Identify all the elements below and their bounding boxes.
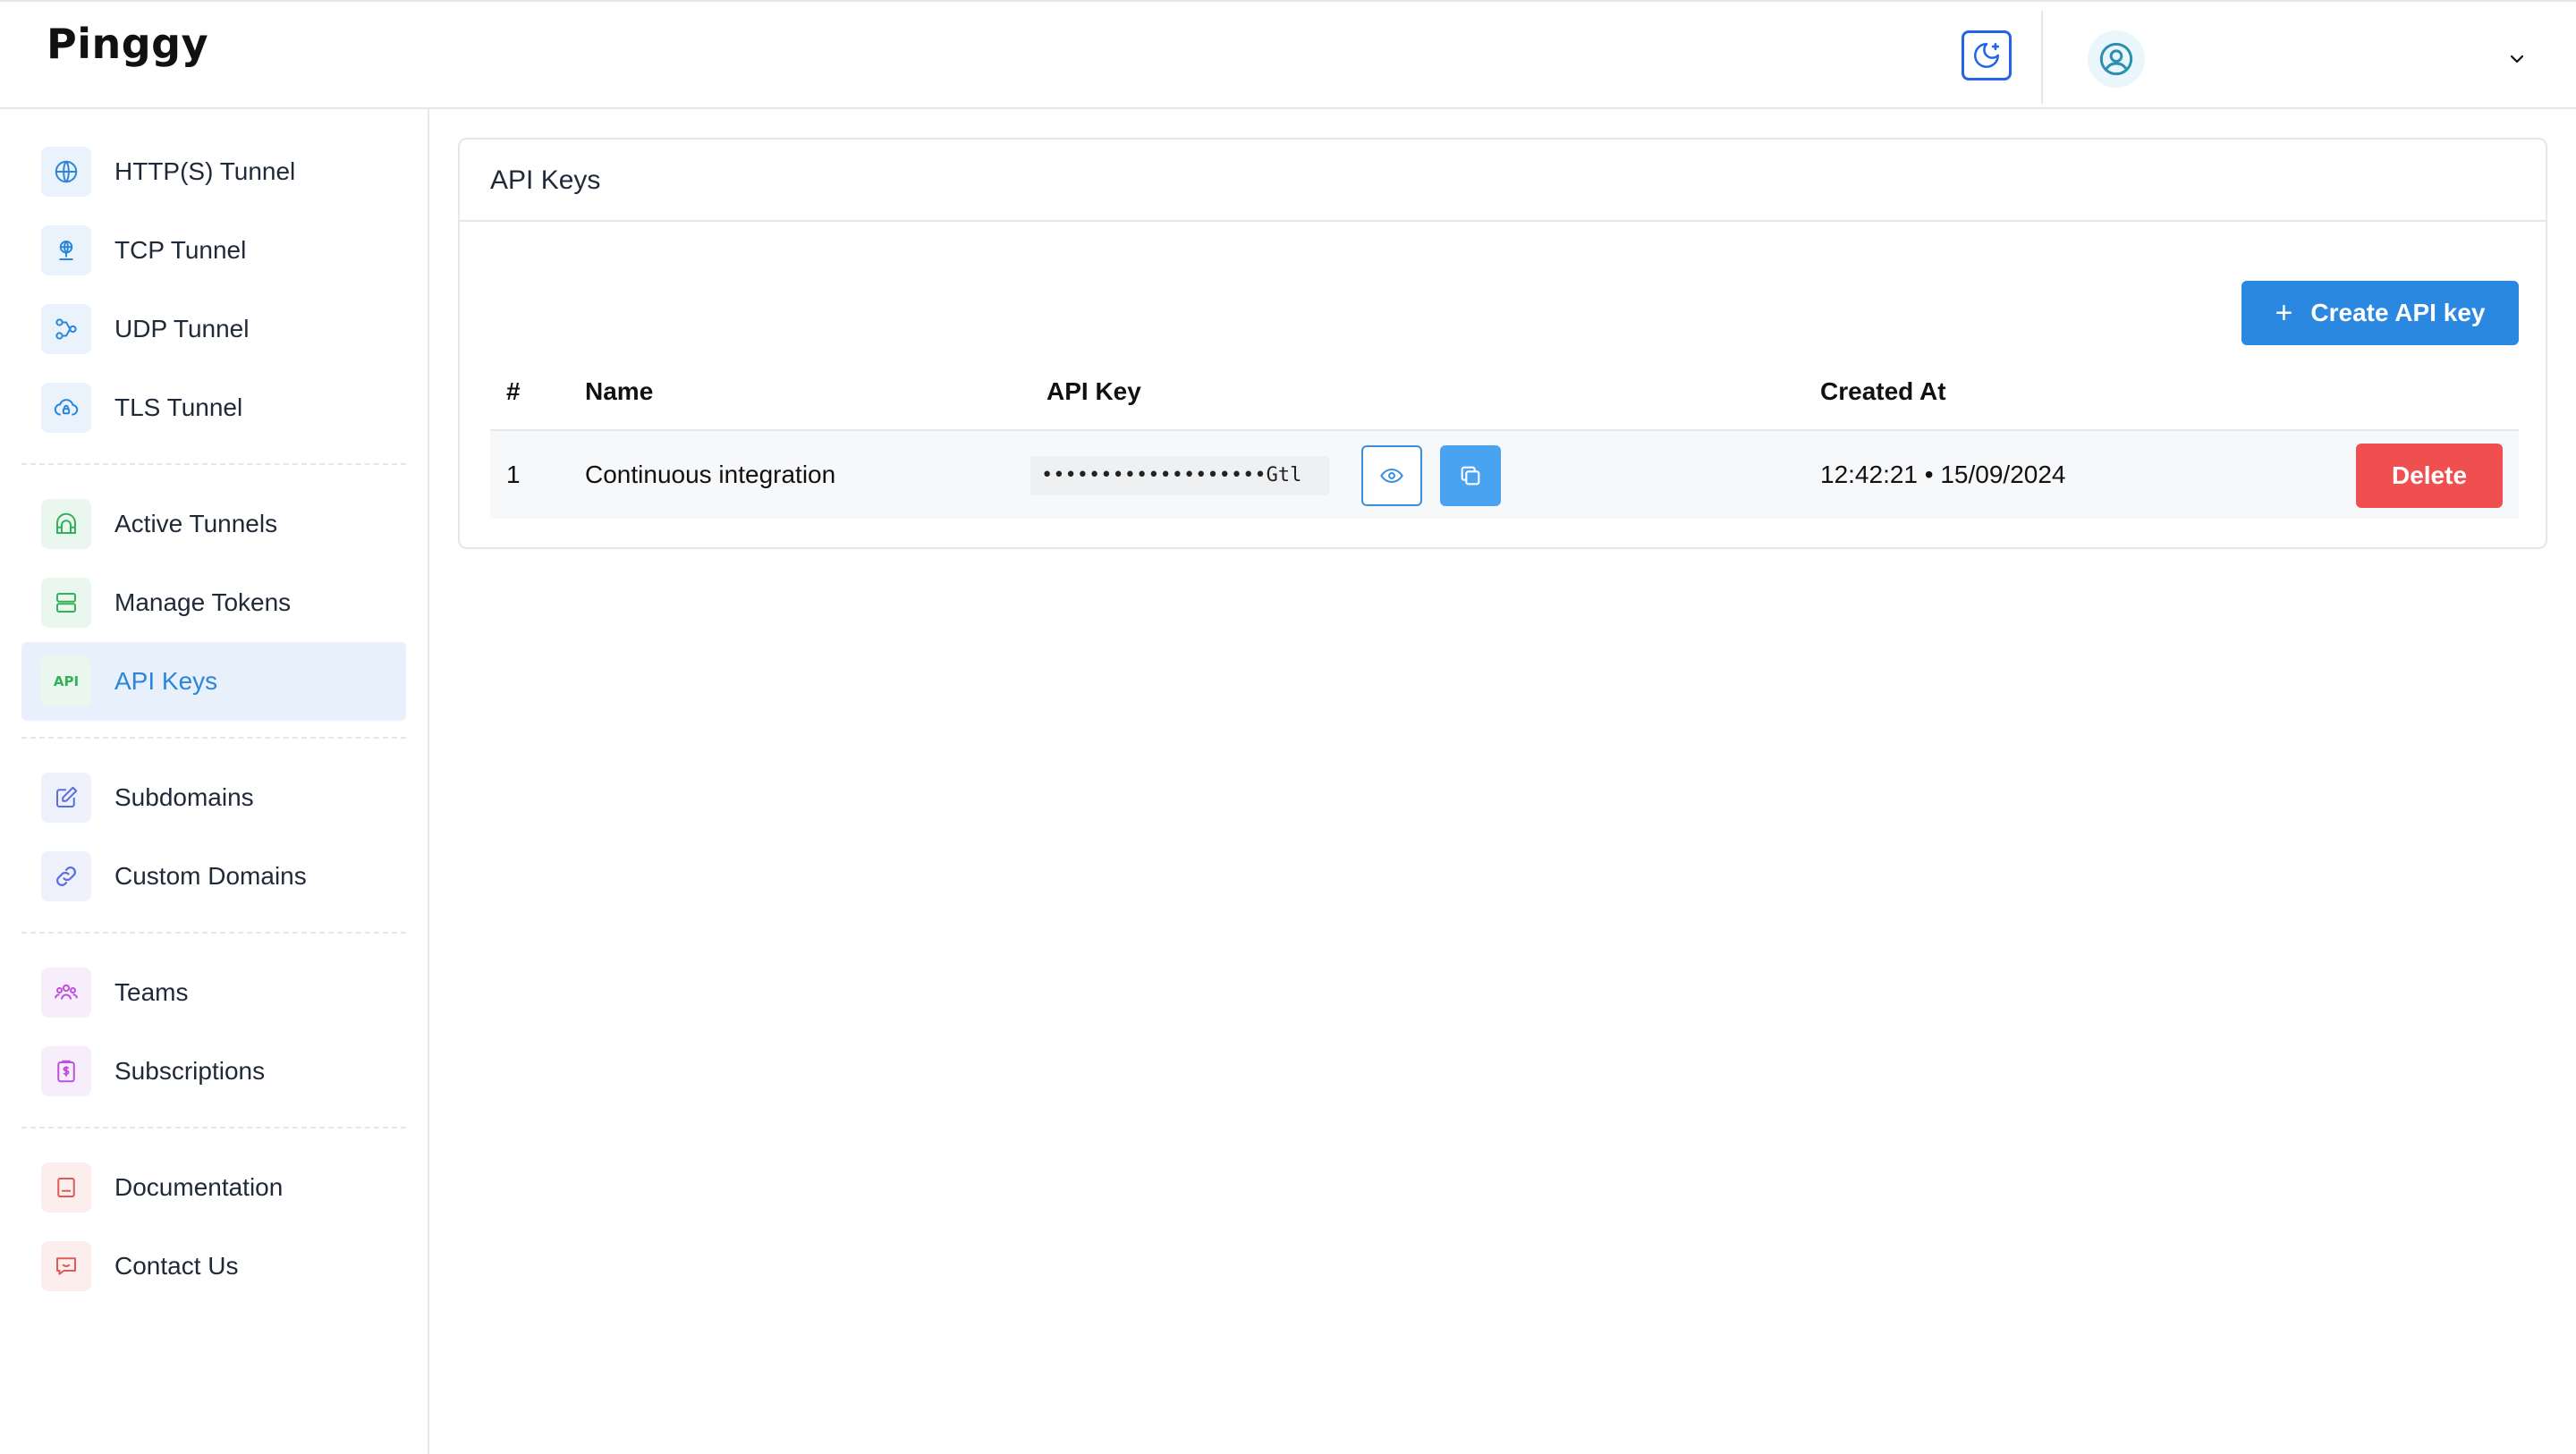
create-api-key-button[interactable]: + Create API key xyxy=(2241,281,2519,345)
sidebar-item-label: Teams xyxy=(114,978,189,1006)
header-divider xyxy=(2041,11,2043,104)
sidebar-item-tcp-tunnel[interactable]: TCP Tunnel xyxy=(21,211,406,290)
billing-icon xyxy=(41,1046,91,1096)
sidebar-divider xyxy=(21,463,406,465)
column-header-api-key: API Key xyxy=(1046,377,1141,405)
sidebar-item-label: HTTP(S) Tunnel xyxy=(114,157,296,185)
row-index: 1 xyxy=(506,461,521,488)
sidebar-item-subdomains[interactable]: Subdomains xyxy=(21,758,406,837)
sidebar-item-label: TCP Tunnel xyxy=(114,236,247,264)
table-row: 1 Continuous integration •••••••••••••••… xyxy=(490,431,2519,519)
sidebar-item-label: Manage Tokens xyxy=(114,588,292,616)
sidebar-item-label: Custom Domains xyxy=(114,862,307,890)
page-title: API Keys xyxy=(490,165,601,195)
chevron-down-icon xyxy=(2510,55,2524,63)
sidebar-item-label: Subscriptions xyxy=(114,1057,266,1085)
reveal-key-button[interactable] xyxy=(1361,445,1422,506)
sidebar-item-label: Subdomains xyxy=(114,783,254,811)
sidebar-item-label: TLS Tunnel xyxy=(114,393,243,421)
api-key-value: •••••••••••••••••••Gtl xyxy=(1030,456,1329,495)
row-name: Continuous integration xyxy=(585,461,836,488)
user-circle-icon xyxy=(2099,42,2133,76)
sidebar-item-label: API Keys xyxy=(114,667,218,695)
sidebar-item-teams[interactable]: Teams xyxy=(21,953,406,1032)
eye-icon xyxy=(1380,468,1403,484)
link-icon xyxy=(41,851,91,901)
sidebar-item-label: Contact Us xyxy=(114,1252,239,1280)
copy-key-button[interactable] xyxy=(1440,445,1501,506)
theme-toggle-button[interactable] xyxy=(1962,30,2012,80)
delete-button[interactable]: Delete xyxy=(2356,444,2503,508)
api-icon-text: API xyxy=(53,673,80,689)
plus-icon: + xyxy=(2275,296,2293,330)
sidebar-item-manage-tokens[interactable]: Manage Tokens xyxy=(21,563,406,642)
column-header-name: Name xyxy=(585,377,654,405)
server-icon xyxy=(41,578,91,628)
chat-icon xyxy=(41,1241,91,1291)
sidebar-item-custom-domains[interactable]: Custom Domains xyxy=(21,837,406,916)
create-api-key-label: Create API key xyxy=(2310,299,2486,326)
sidebar-item-subscriptions[interactable]: Subscriptions xyxy=(21,1032,406,1111)
network-icon xyxy=(41,225,91,275)
sidebar-item-udp-tunnel[interactable]: UDP Tunnel xyxy=(21,290,406,368)
sidebar-item-label: Active Tunnels xyxy=(114,510,278,537)
sidebar-divider xyxy=(21,1127,406,1129)
sidebar-item-https-tunnel[interactable]: HTTP(S) Tunnel xyxy=(21,132,406,211)
column-header-index: # xyxy=(506,377,521,405)
app-logo[interactable]: Pinggy xyxy=(47,20,208,68)
moon-icon xyxy=(1973,42,2000,69)
users-icon xyxy=(41,968,91,1018)
share-nodes-icon xyxy=(41,304,91,354)
sidebar-item-active-tunnels[interactable]: Active Tunnels xyxy=(21,485,406,563)
globe-www-icon xyxy=(41,147,91,197)
sidebar-item-documentation[interactable]: Documentation xyxy=(21,1148,406,1227)
sidebar-item-api-keys[interactable]: API API Keys xyxy=(21,642,406,721)
edit-icon xyxy=(41,773,91,823)
copy-icon xyxy=(1461,466,1480,486)
column-header-created-at: Created At xyxy=(1820,377,1946,405)
sidebar-item-label: UDP Tunnel xyxy=(114,315,250,342)
sidebar-item-tls-tunnel[interactable]: TLS Tunnel xyxy=(21,368,406,447)
user-menu-toggle[interactable] xyxy=(2504,48,2529,70)
sidebar-divider xyxy=(21,737,406,739)
tunnel-icon xyxy=(41,499,91,549)
sidebar-item-contact-us[interactable]: Contact Us xyxy=(21,1227,406,1306)
card-header: API Keys xyxy=(460,139,2546,222)
cloud-lock-icon xyxy=(41,383,91,433)
sidebar: HTTP(S) Tunnel TCP Tunnel UDP Tunnel TLS… xyxy=(0,109,429,1454)
sidebar-item-label: Documentation xyxy=(114,1173,284,1201)
sidebar-divider xyxy=(21,932,406,934)
top-header: Pinggy xyxy=(0,0,2576,109)
book-icon xyxy=(41,1162,91,1213)
api-keys-card: API Keys + Create API key # Name API Key… xyxy=(458,138,2547,549)
api-icon: API xyxy=(41,656,91,706)
row-created-at: 12:42:21 • 15/09/2024 xyxy=(1820,461,2066,488)
user-avatar[interactable] xyxy=(2088,30,2145,88)
